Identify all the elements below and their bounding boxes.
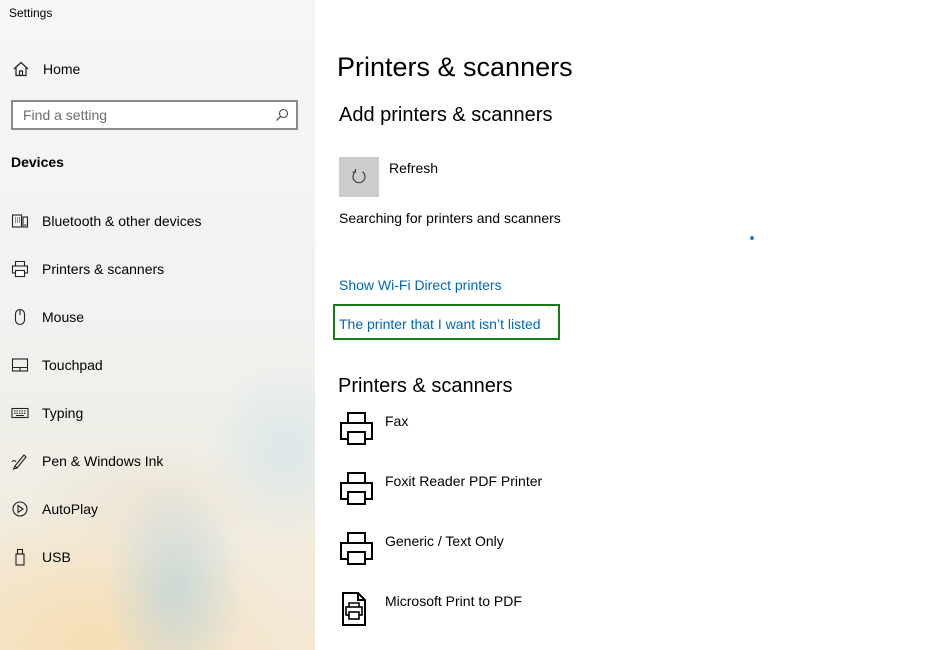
pdf-printer-icon (342, 592, 366, 626)
page-title: Printers & scanners (337, 52, 573, 82)
printer-not-listed-link[interactable]: The printer that I want isn’t listed (339, 316, 541, 332)
printers-list-title: Printers & scanners (338, 375, 513, 397)
printer-item-ms-pdf[interactable]: Microsoft Print to PDF (339, 590, 739, 634)
printer-icon (340, 532, 373, 565)
sidebar-item-usb[interactable]: USB (11, 545, 71, 569)
sidebar-item-label: Touchpad (42, 357, 103, 373)
sidebar-item-bluetooth[interactable]: Bluetooth & other devices (11, 209, 202, 233)
sidebar-item-label: Typing (42, 405, 84, 421)
printer-item-generic[interactable]: Generic / Text Only (339, 530, 739, 574)
main-content: Printers & scanners Add printers & scann… (315, 0, 952, 650)
search-box[interactable] (11, 100, 298, 130)
sidebar-item-pen[interactable]: Pen & Windows Ink (11, 449, 163, 473)
printer-label: Generic / Text Only (385, 533, 504, 549)
sidebar-item-touchpad[interactable]: Touchpad (11, 353, 103, 377)
sidebar-item-label: Printers & scanners (42, 261, 165, 277)
refresh-button[interactable] (339, 157, 379, 197)
search-input[interactable] (13, 107, 275, 123)
printer-item-fax[interactable]: Fax (339, 410, 739, 454)
progress-dot (750, 236, 754, 240)
searching-status: Searching for printers and scanners (339, 210, 561, 226)
search-icon[interactable] (275, 108, 289, 122)
section-title-devices: Devices (11, 154, 64, 170)
printer-item-foxit[interactable]: Foxit Reader PDF Printer (339, 470, 739, 514)
printer-label: Fax (385, 413, 409, 429)
keyboard-icon (11, 404, 29, 422)
usb-icon (11, 548, 29, 566)
mouse-icon (11, 308, 29, 326)
sidebar-item-mouse[interactable]: Mouse (11, 305, 84, 329)
home-icon (13, 61, 29, 77)
bluetooth-devices-icon (11, 212, 29, 230)
show-wifi-direct-link[interactable]: Show Wi-Fi Direct printers (339, 277, 502, 293)
sidebar-item-autoplay[interactable]: AutoPlay (11, 497, 98, 521)
sidebar: Settings Home Devices Bluetooth & other … (0, 0, 315, 650)
touchpad-icon (11, 356, 29, 374)
sidebar-item-printers[interactable]: Printers & scanners (11, 257, 164, 281)
sidebar-item-typing[interactable]: Typing (11, 401, 83, 425)
refresh-label[interactable]: Refresh (389, 160, 438, 176)
printer-label: Microsoft Print to PDF (385, 593, 522, 609)
sidebar-item-label: Pen & Windows Ink (42, 453, 164, 469)
sidebar-item-label: AutoPlay (42, 501, 99, 517)
printer-label: Foxit Reader PDF Printer (385, 473, 543, 489)
sidebar-item-label: Mouse (42, 309, 85, 325)
printer-icon (11, 260, 29, 278)
home-nav-item[interactable]: Home (12, 58, 80, 80)
add-section-title: Add printers & scanners (339, 104, 553, 126)
autoplay-icon (11, 500, 29, 518)
pen-icon (11, 452, 29, 470)
refresh-icon (352, 169, 366, 184)
home-label: Home (43, 61, 81, 77)
printer-icon (340, 412, 373, 445)
sidebar-item-label: Bluetooth & other devices (42, 213, 202, 229)
app-title: Settings (9, 6, 53, 20)
printer-icon (340, 472, 373, 505)
sidebar-item-label: USB (42, 549, 71, 565)
